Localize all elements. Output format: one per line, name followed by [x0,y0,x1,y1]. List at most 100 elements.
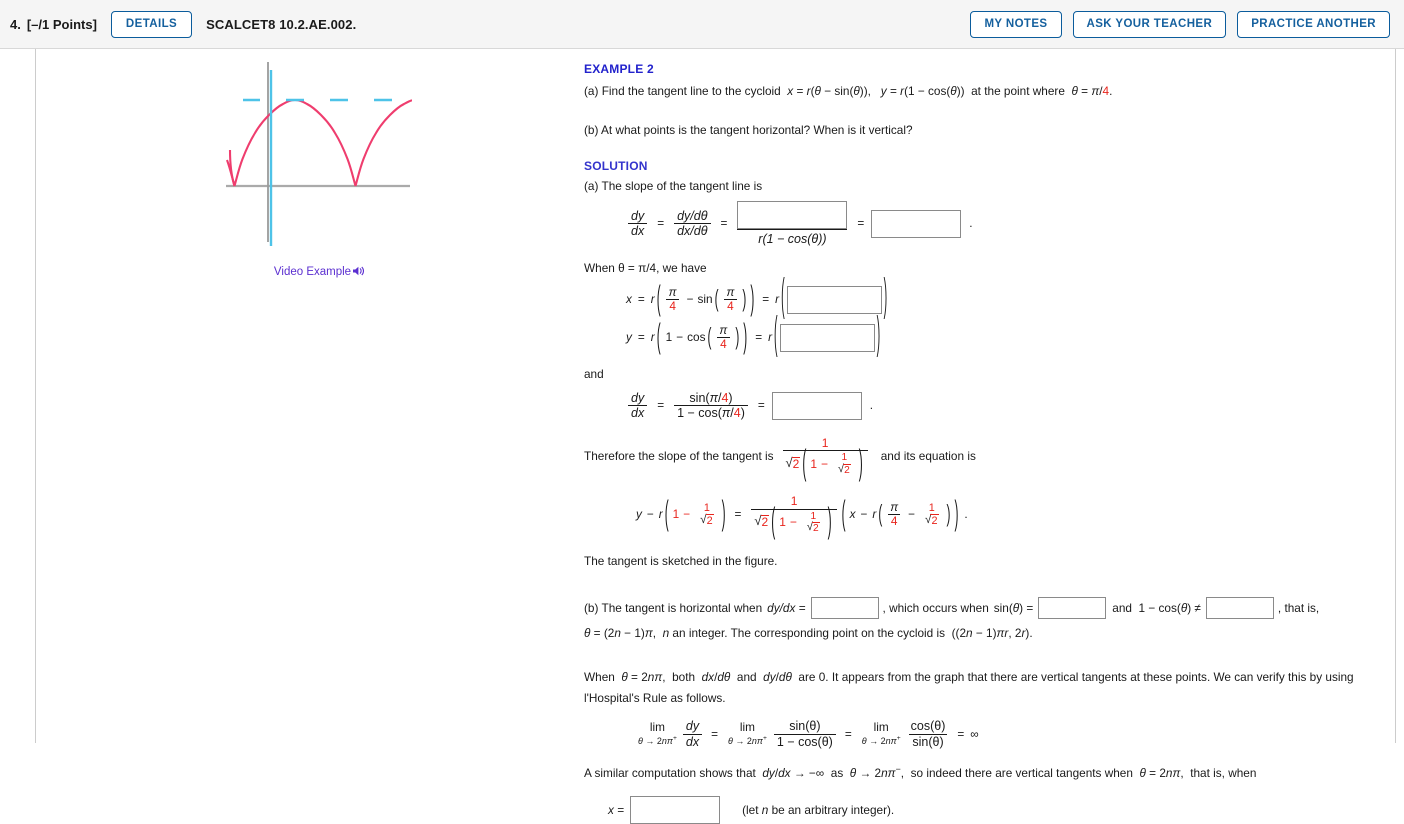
open-paren-eq3: ( [878,499,883,528]
my-notes-button[interactable]: MY NOTES [970,10,1062,38]
x-final-input[interactable] [630,796,721,824]
problem-code: SCALCET8 10.2.AE.002. [206,16,357,32]
slope-numerator-cell [737,201,848,230]
y-label-eq: y [636,507,642,522]
four-den-cos-y: 4 [717,337,730,352]
lim-sin-theta-2: sin(θ) [909,733,947,749]
open-paren-slope: ( [802,441,807,483]
x-label-eq: x [849,507,856,522]
when-theta-text: When θ = π/4, we have [584,261,707,276]
x-final-equation: x = (let n be an arbitrary integer). [608,796,1384,824]
r-label-x: r [650,292,655,307]
when-2npi-line-2: l'Hospital's Rule as follows. [584,691,726,706]
example-heading: EXAMPLE 2 [584,62,654,76]
one-slope: 1 [810,456,818,471]
left-rail-divider [0,49,36,743]
minus-y: − [676,330,684,345]
pi-num-eq: π [890,499,899,514]
y-label: y [626,330,632,345]
period-2: . [869,398,874,413]
right-rail-divider [1395,49,1404,743]
limit-3: lim θ → 2nπ+ [862,721,901,747]
equals-dydx-2: = [757,398,765,413]
equals-y: = [637,330,645,345]
tangent-line-equation: y − r ( 1 − 1 √ 2 ) = 1 √ 2 ( 1 − 1 √ 2 … [636,493,1384,540]
x-value-input[interactable] [786,285,882,314]
points-indicator: [–/1 Points] [26,16,97,32]
sin-pi4-num: sin(π/4) [689,390,733,405]
arbitrary-integer-note: (let n be an arbitrary integer). [742,802,895,817]
x-label: x [626,292,632,307]
dydx-horizontal-input[interactable] [810,597,879,620]
dydx-value-input[interactable] [771,391,862,420]
r-label-y2: r [768,330,773,345]
r-label-eq2: r [872,507,877,522]
equals-lim-3: = [957,726,965,741]
ask-your-teacher-button[interactable]: ASK YOUR TEACHER [1072,10,1227,38]
equals-sign: = [657,216,665,231]
sketched-text: The tangent is sketched in the figure. [584,554,778,569]
open-paren-cos-y: ( [707,322,712,351]
lim-dx: dx [682,733,703,749]
y-equation: y = r ( 1 − cos ( π 4 ) ) = r ( ) [626,310,1384,360]
part-b-question: (b) At what points is the tangent horizo… [584,123,913,138]
slope-numerator-input[interactable] [737,201,848,230]
lim-one-minus-cos: 1 − cos(θ) [773,733,836,749]
therefore-text: Therefore the slope of the tangent is [584,449,774,464]
equals-lim-2: = [844,726,852,741]
equals-sign-3: = [857,216,865,231]
r-label-y: r [650,330,655,345]
practice-another-button[interactable]: PRACTICE ANOTHER [1237,10,1390,38]
close-paren-big: ) [827,499,832,541]
limit-1: lim θ → 2nπ+ [638,721,677,747]
big-frac-num: 1 [790,493,798,508]
open-paren-sin-x: ( [714,284,719,313]
lim-sub-1: θ → 2nπ+ [638,735,677,747]
slope-mid-num: dy/dθ [677,208,708,223]
slope-result-input[interactable] [871,209,962,238]
lim-label-3: lim [873,720,889,735]
lim-sub-3: θ → 2nπ+ [861,735,901,747]
question-header-bar: 4. [–/1 Points] DETAILS SCALCET8 10.2.AE… [0,0,1404,49]
slope-lhs-den: dx [628,223,648,238]
slope-mid-den: dx/dθ [674,223,711,238]
x-equation: x = r ( π 4 − sin ( π 4 ) ) = r ( ) [626,271,1384,321]
open-paren-eq2: ( [841,493,846,534]
part-b-line-2: θ = (2n − 1)π, n an integer. The corresp… [584,626,1033,641]
details-button[interactable]: DETAILS [110,10,193,38]
inner-sqrt2-a: √ 2 [838,463,851,477]
limit-equation: lim θ → 2nπ+ dy dx = lim θ → 2nπ+ sin(θ)… [634,719,1384,749]
slope-equation: dy dx = dy/dθ dx/dθ = r(1 − cos(θ)) = . [625,201,1384,246]
inner-sqrt2-b: √ 2 [806,521,820,535]
part-b-text-b: , which occurs when [882,600,989,615]
part-b-text-d: , that is, [1277,600,1320,615]
video-example-link[interactable]: Video Example [220,265,420,280]
equals-x-2: = [762,292,770,307]
part-b-line-1: (b) The tangent is horizontal when dy/dx… [584,597,1384,620]
dydx-equation: dy dx = sin(π/4) 1 − cos(π/4) = . [625,391,1384,421]
close-paren-eq3: ) [946,499,951,528]
r-label-eq: r [658,507,663,522]
sqrt2-eq-2: √ 2 [925,513,939,528]
cos-value-input[interactable] [1205,597,1274,620]
y-value-input[interactable] [779,323,875,352]
pi-num-sin-x: π [726,284,735,299]
one-big: 1 [779,514,786,529]
close-paren-sin-x: ) [742,284,747,313]
minus-eq-4: − [908,507,916,522]
sqrt-2-b: √ 2 [754,513,770,530]
one-minus-cos-pi4-den: 1 − cos(π/4) [674,405,748,420]
infinity-symbol: ∞ [970,726,979,741]
open-paren-x-ans: ( [781,271,785,322]
solution-heading: SOLUTION [584,158,648,173]
equals-eq: = [734,507,742,522]
problem-body: Video Example EXAMPLE 2 (a) Find the tan… [0,49,1404,824]
sqrt-2-a: √ 2 [785,455,801,472]
slope-lhs-num: dy [631,208,645,223]
slope-frac-den: √ 2 ( 1 − 1 √ 2 ) [782,442,868,482]
equals-sign-2: = [720,216,728,231]
sin-value-input[interactable] [1038,597,1107,620]
close-paren-slope: ) [858,441,863,483]
part-b-intro: (b) The tangent is horizontal when [584,600,763,615]
cycloid-figure [220,56,413,248]
